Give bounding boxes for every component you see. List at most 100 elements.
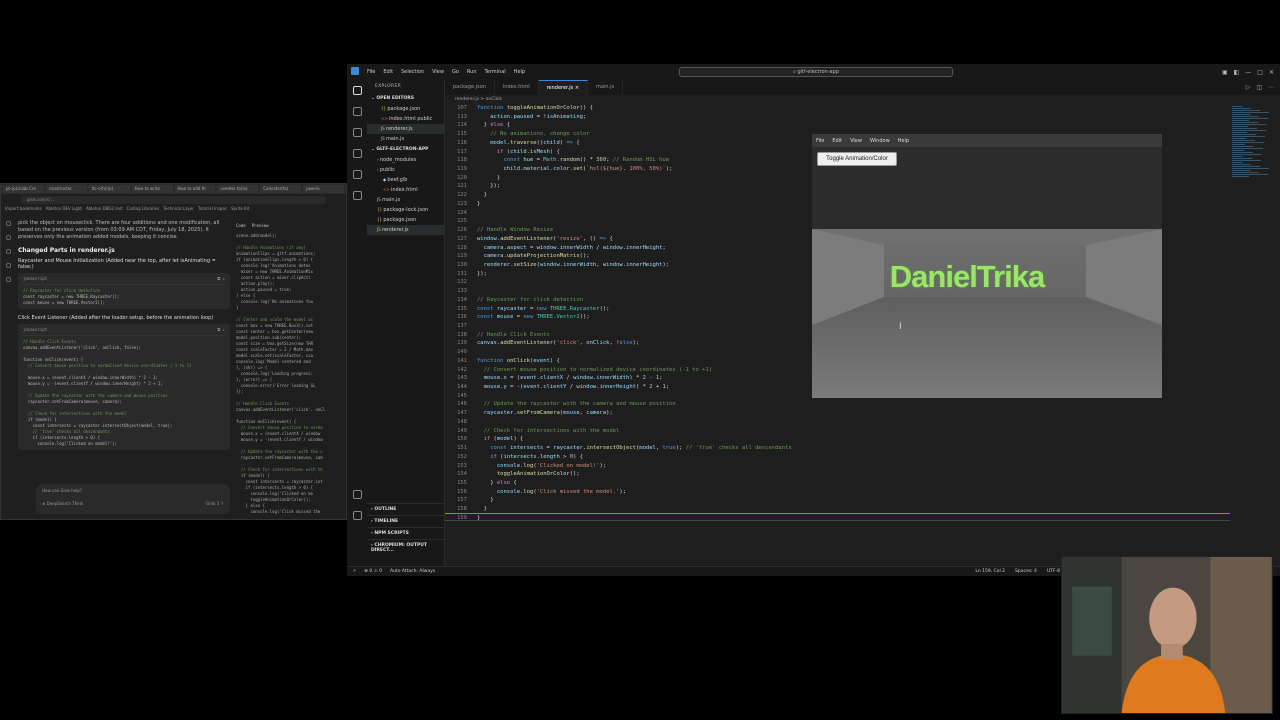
bookmark-item[interactable]: Import bookmarks [5, 206, 42, 214]
browser-tab[interactable]: useeter to(lo) [217, 185, 259, 193]
file-tree-item[interactable]: {} package.json [367, 215, 444, 225]
app-menu-view[interactable]: View [850, 138, 862, 147]
code-line: function onClick(event) { [477, 357, 560, 364]
manage-gear-icon[interactable] [352, 511, 362, 520]
open-editors-header[interactable]: ⌄ OPEN EDITORS [367, 93, 444, 104]
open-editor-item[interactable]: <> index.html public [367, 114, 444, 124]
copy-icon[interactable]: ⧉ ▸ [217, 276, 225, 282]
canvas-tab-preview[interactable]: Preview [252, 223, 269, 229]
maximize-icon[interactable]: □ [1257, 69, 1263, 76]
remote-icon[interactable]: ⚡ [353, 569, 356, 574]
toggle-animation-button[interactable]: Toggle Animation/Color [817, 152, 897, 166]
auto-attach-status[interactable]: Auto Attach: Always [390, 569, 435, 574]
status-item[interactable]: Ln 159, Col 2 [975, 569, 1005, 574]
bookmark-item[interactable]: Tutorial Inspec [198, 206, 227, 214]
source-control-icon[interactable] [352, 128, 362, 137]
tab-close-icon[interactable]: × [573, 85, 579, 91]
menu-item-file[interactable]: File [367, 69, 375, 75]
minimap-line [1232, 156, 1243, 157]
search-icon[interactable] [5, 235, 11, 240]
send-icon[interactable]: ↑ [221, 501, 224, 506]
open-editor-item[interactable]: JS main.js [367, 134, 444, 144]
app-menu-window[interactable]: Window [870, 138, 890, 147]
extensions-icon[interactable] [352, 170, 362, 179]
minimize-icon[interactable]: — [1245, 69, 1251, 76]
bookmark-item[interactable]: Technical Layer [163, 206, 194, 214]
history-icon[interactable] [5, 249, 11, 254]
project-icon[interactable] [5, 263, 11, 268]
app-menu-edit[interactable]: Edit [832, 138, 842, 147]
bookmark-item[interactable]: Ableton DEV Light [46, 206, 82, 214]
layout-icon[interactable]: ◧ [1234, 69, 1240, 76]
minimap-line [1232, 122, 1258, 123]
model-selector[interactable]: Grok 3 [206, 501, 219, 506]
code-line: // Check for intersections with the mode… [483, 427, 620, 434]
browser-tab[interactable]: constructor [45, 185, 87, 193]
open-editor-item[interactable]: {} package.json [367, 104, 444, 114]
menu-item-terminal[interactable]: Terminal [485, 69, 506, 75]
minimap[interactable] [1232, 105, 1272, 215]
browser-tab[interactable]: How to write [131, 185, 173, 193]
open-editor-item[interactable]: JS renderer.js [367, 124, 444, 134]
file-tree-item[interactable]: › node_modules [367, 155, 444, 165]
menu-item-run[interactable]: Run [467, 69, 477, 75]
explorer-section-chromium-output-direct-[interactable]: › CHROMIUM: OUTPUT DIRECT... [367, 539, 444, 556]
layout-icon[interactable]: ▣ [1222, 69, 1228, 76]
app-menu-file[interactable]: File [816, 138, 824, 147]
browser-tab[interactable]: pwerlo [303, 185, 344, 193]
bookmark-item[interactable]: Ableton DBG2 Inst [86, 206, 123, 214]
status-item[interactable]: Spaces: 4 [1015, 569, 1037, 574]
menu-item-view[interactable]: View [432, 69, 444, 75]
status-item[interactable]: UTF-8 [1047, 569, 1060, 574]
file-tree-label: beef.glb [387, 177, 408, 183]
copy-icon[interactable]: ⧉ ▸ [217, 327, 225, 333]
browser-tab[interactable]: How to add th [174, 185, 216, 193]
threejs-scene[interactable] [812, 229, 1162, 398]
chat-input-box[interactable]: How can Grok help? ⊕ DeepSearch Think Gr… [36, 484, 230, 514]
menu-item-go[interactable]: Go [452, 69, 459, 75]
bookmark-item[interactable]: Sprite Kit [231, 206, 249, 214]
minimap-line [1232, 110, 1260, 111]
editor-tab[interactable]: index.html [495, 80, 539, 95]
menu-item-help[interactable]: Help [514, 69, 525, 75]
editor-tab[interactable]: package.json [445, 80, 495, 95]
think-button[interactable]: Think [72, 501, 83, 506]
canvas-tab-code[interactable]: Code [236, 223, 246, 229]
editor-tab[interactable]: main.js [588, 80, 624, 95]
explorer-section-npm-scripts[interactable]: › NPM SCRIPTS [367, 527, 444, 539]
more-icon[interactable]: ⋯ [1268, 84, 1274, 91]
browser-tab[interactable]: Calendar(fo) [260, 185, 302, 193]
browser-tab[interactable]: pt-(p)cklab Cre [3, 185, 44, 193]
file-tree-item[interactable]: {} package-lock.json [367, 205, 444, 215]
split-editor-icon[interactable]: ◫ [1256, 84, 1262, 91]
menu-item-edit[interactable]: Edit [383, 69, 393, 75]
file-tree-item[interactable]: <> index.html [367, 185, 444, 195]
browser-url-bar[interactable]: grok.com/c/... [21, 196, 326, 204]
new-chat-icon[interactable] [5, 221, 11, 226]
app-menu-help[interactable]: Help [898, 138, 909, 147]
problems-indicator[interactable]: ⊗ 0 ⚠ 0 [364, 569, 382, 574]
explorer-section-outline[interactable]: › OUTLINE [367, 503, 444, 515]
file-tree-item[interactable]: ◆ beef.glb [367, 175, 444, 185]
menu-item-selection[interactable]: Selection [401, 69, 424, 75]
project-header[interactable]: ⌄ GLTF-ELECTRON-APP [367, 144, 444, 155]
run-debug-icon[interactable] [352, 149, 362, 158]
chromium-icon[interactable] [352, 191, 362, 200]
settings-icon[interactable] [5, 277, 11, 282]
explorer-section-timeline[interactable]: › TIMELINE [367, 515, 444, 527]
file-tree-item[interactable]: JS renderer.js [367, 225, 444, 235]
bookmark-item[interactable]: Coding Libraries [127, 206, 160, 214]
search-icon[interactable] [352, 107, 362, 116]
file-tree-item[interactable]: › public [367, 165, 444, 175]
run-icon[interactable]: ▷ [1246, 84, 1251, 91]
explorer-icon[interactable] [352, 86, 362, 95]
browser-tab[interactable]: ltc-o(fo)(p) [88, 185, 130, 193]
command-center-search[interactable]: ⌕ gltf-electron-app [679, 67, 953, 77]
deepsearch-button[interactable]: DeepSearch [47, 501, 71, 506]
account-icon[interactable] [352, 490, 362, 499]
breadcrumb[interactable]: renderer.js > onClick [445, 95, 1280, 105]
file-tree-item[interactable]: JS main.js [367, 195, 444, 205]
editor-tab[interactable]: renderer.js × [538, 80, 589, 95]
scene-3d-text-model[interactable]: DanielTrika [812, 259, 1122, 295]
close-icon[interactable]: ✕ [1269, 69, 1274, 76]
